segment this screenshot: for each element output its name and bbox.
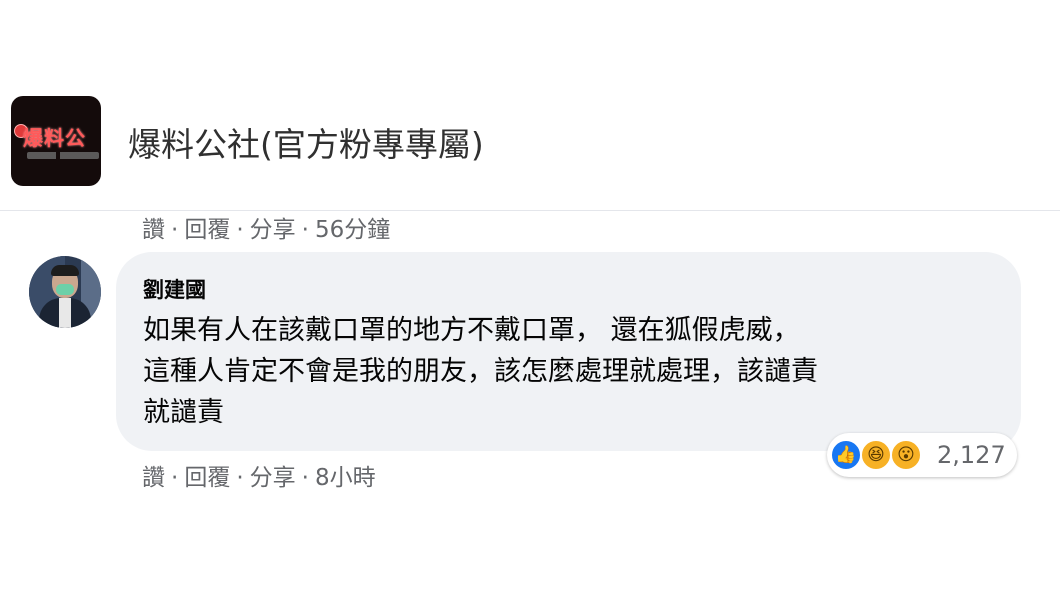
reaction-count: 2,127 [937, 441, 1006, 469]
page-title[interactable]: 爆料公社(官方粉專專屬) [128, 118, 484, 166]
avatar[interactable] [29, 256, 101, 328]
comment-text-line: 就譴責 [143, 397, 224, 428]
haha-reaction-icon: 😆 [860, 439, 892, 471]
comment-text-line: 如果有人在該戴口罩的地方不戴口罩， 還在狐假虎威， [143, 315, 800, 346]
like-reaction-icon: 👍 [830, 439, 862, 471]
comment-author[interactable]: 劉建國 [143, 274, 206, 304]
page-header: 爆料公 爆料公社(官方粉專專屬) [0, 0, 1060, 211]
avatar-shirt [59, 298, 71, 328]
separator-dot: · [301, 465, 309, 491]
share-link[interactable]: 分享 [250, 210, 296, 244]
comment-text: 如果有人在該戴口罩的地方不戴口罩， 還在狐假虎威， 這種人肯定不會是我的朋友，該… [143, 310, 1003, 433]
comment-timestamp[interactable]: 8小時 [315, 458, 376, 492]
separator-dot: · [301, 217, 309, 243]
share-link[interactable]: 分享 [250, 458, 296, 492]
page-logo[interactable]: 爆料公 [11, 96, 101, 186]
reply-link[interactable]: 回覆 [184, 458, 230, 492]
wow-reaction-icon: 😮 [890, 439, 922, 471]
like-link[interactable]: 讚 [142, 458, 165, 492]
first-comment-actions: 讚 · 回覆 · 分享 · 56分鐘 [142, 210, 390, 244]
avatar-hair [51, 265, 79, 276]
comment-actions: 讚 · 回覆 · 分享 · 8小時 [142, 458, 376, 492]
logo-text: 爆料公 [23, 126, 86, 150]
comment-text-line: 這種人肯定不會是我的朋友，該怎麼處理就處理，該譴責 [143, 356, 818, 387]
comment-timestamp[interactable]: 56分鐘 [315, 210, 390, 244]
separator-dot: · [171, 465, 179, 491]
logo-subtext-graphic [27, 152, 99, 159]
separator-dot: · [171, 217, 179, 243]
like-link[interactable]: 讚 [142, 210, 165, 244]
avatar-mask [56, 284, 74, 295]
separator-dot: · [236, 217, 244, 243]
separator-dot: · [236, 465, 244, 491]
reactions-summary[interactable]: 👍 😆 😮 2,127 [827, 433, 1017, 477]
reply-link[interactable]: 回覆 [184, 210, 230, 244]
